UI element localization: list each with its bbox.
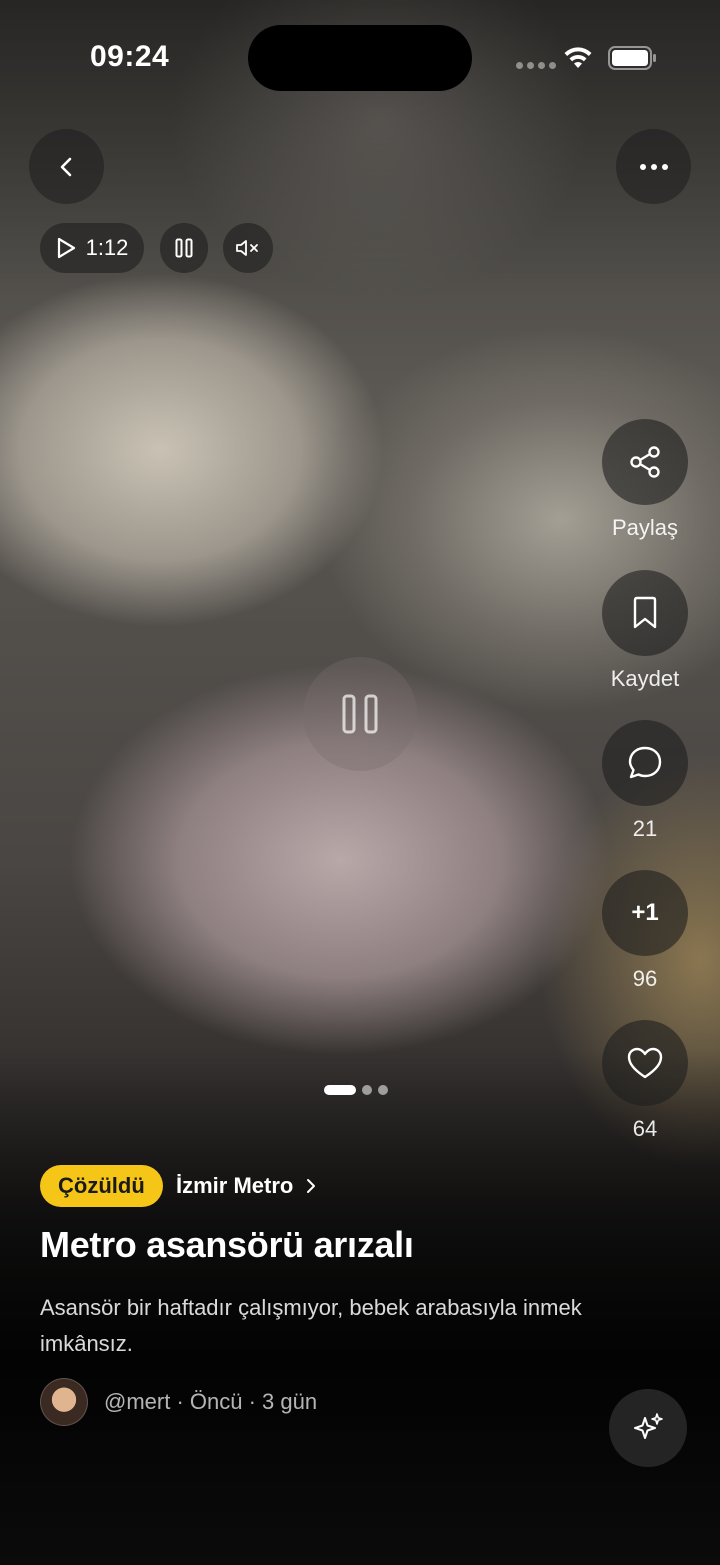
play-icon — [57, 237, 75, 259]
center-pause-button[interactable] — [303, 657, 417, 771]
likes-count: 64 — [632, 1116, 658, 1141]
plus-one-count: 96 — [632, 966, 658, 991]
status-badge: Çözüldü — [40, 1165, 163, 1207]
mute-icon — [236, 240, 258, 256]
carousel-dot[interactable] — [378, 1085, 388, 1095]
post-screen: 09:24 1:12 Paylaş Kaydet 21 +1 96 64 Çöz… — [0, 0, 720, 1565]
play-duration-pill[interactable]: 1:12 — [40, 223, 144, 273]
carousel-indicator — [324, 1085, 388, 1095]
save-action[interactable]: Kaydet — [602, 570, 688, 692]
back-button[interactable] — [29, 129, 104, 204]
comments-count: 21 — [632, 816, 658, 841]
share-label: Paylaş — [611, 515, 679, 540]
post-title: Metro asansörü arızalı — [40, 1224, 414, 1265]
share-icon — [630, 446, 660, 478]
avatar[interactable] — [40, 1378, 88, 1426]
author-meta: @mert · Öncü · 3 gün — [104, 1389, 318, 1414]
comment-action[interactable]: 21 — [602, 720, 688, 842]
carousel-dot-active[interactable] — [324, 1085, 356, 1095]
wifi-icon — [564, 47, 592, 68]
battery-icon — [608, 46, 656, 70]
chevron-right-icon — [307, 1179, 316, 1193]
pause-icon — [175, 238, 193, 258]
like-action[interactable]: 64 — [602, 1020, 688, 1142]
heart-icon — [627, 1047, 663, 1079]
save-button[interactable] — [602, 570, 688, 656]
back-icon — [60, 157, 71, 176]
pause-icon — [342, 694, 378, 734]
agency-name: İzmir Metro — [176, 1173, 294, 1198]
more-button[interactable] — [616, 129, 691, 204]
plus-one-button[interactable]: +1 — [602, 870, 688, 956]
share-action[interactable]: Paylaş — [602, 419, 688, 541]
pause-button[interactable] — [160, 223, 208, 273]
status-time: 09:24 — [90, 40, 170, 73]
comment-icon — [628, 746, 662, 779]
bookmark-icon — [633, 596, 657, 629]
signal-icon — [516, 62, 556, 69]
mute-button[interactable] — [223, 223, 273, 273]
ai-assistant-button[interactable] — [609, 1389, 687, 1467]
more-icon — [639, 163, 668, 170]
plus-one-label: +1 — [631, 899, 659, 926]
plus-one-action[interactable]: +1 96 — [602, 870, 688, 992]
agency-link[interactable]: İzmir Metro — [176, 1173, 317, 1199]
like-button[interactable] — [602, 1020, 688, 1106]
carousel-dot[interactable] — [362, 1085, 372, 1095]
save-label: Kaydet — [610, 666, 680, 691]
sparkle-icon — [634, 1413, 663, 1439]
duration-label: 1:12 — [85, 235, 129, 260]
dynamic-island — [248, 25, 472, 91]
comment-button[interactable] — [602, 720, 688, 806]
author-row[interactable]: @mert · Öncü · 3 gün — [40, 1378, 317, 1426]
post-description: Asansör bir haftadır çalışmıyor, bebek a… — [40, 1295, 582, 1356]
share-button[interactable] — [602, 419, 688, 505]
